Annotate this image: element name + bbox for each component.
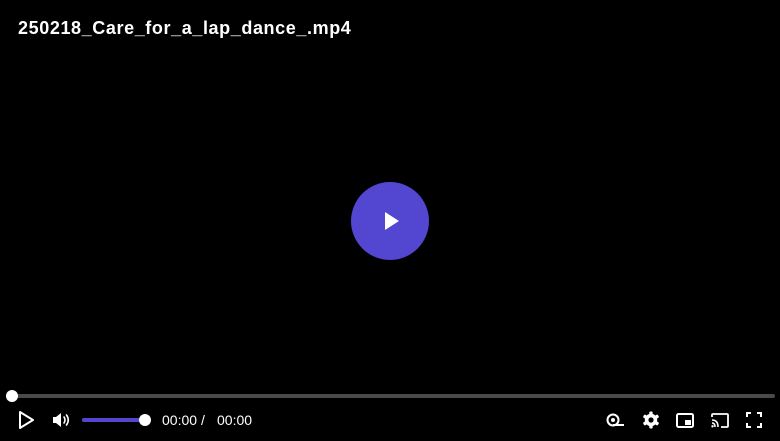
play-icon xyxy=(19,411,34,429)
picture-in-picture-button[interactable] xyxy=(670,404,700,436)
control-bar: 00:00 / 00:00 xyxy=(0,404,780,436)
playback-speed-button[interactable] xyxy=(601,404,631,436)
volume-icon xyxy=(53,413,70,427)
progress-track xyxy=(6,394,775,398)
current-time: 00:00 xyxy=(162,412,198,428)
mute-button[interactable] xyxy=(46,404,76,436)
cast-button[interactable] xyxy=(705,404,735,436)
play-icon xyxy=(384,212,399,230)
progress-thumb[interactable] xyxy=(6,390,18,402)
big-play-button[interactable] xyxy=(351,182,429,260)
volume-fill xyxy=(82,418,144,422)
fullscreen-icon xyxy=(746,412,762,428)
video-title: 250218_Care_for_a_lap_dance_.mp4 xyxy=(18,18,352,38)
time-separator: / xyxy=(201,412,205,428)
volume-slider[interactable] xyxy=(82,414,151,426)
video-player[interactable]: 250218_Care_for_a_lap_dance_.mp4 00:00 /… xyxy=(0,0,780,441)
fullscreen-button[interactable] xyxy=(739,404,769,436)
playback-speed-icon xyxy=(606,413,624,427)
progress-bar[interactable] xyxy=(6,390,775,402)
gear-icon xyxy=(643,411,659,429)
cast-icon xyxy=(711,412,729,428)
play-button[interactable] xyxy=(11,404,41,436)
volume-thumb[interactable] xyxy=(139,414,151,426)
settings-button[interactable] xyxy=(636,404,666,436)
duration: 00:00 xyxy=(217,412,253,428)
picture-in-picture-icon xyxy=(676,412,694,428)
